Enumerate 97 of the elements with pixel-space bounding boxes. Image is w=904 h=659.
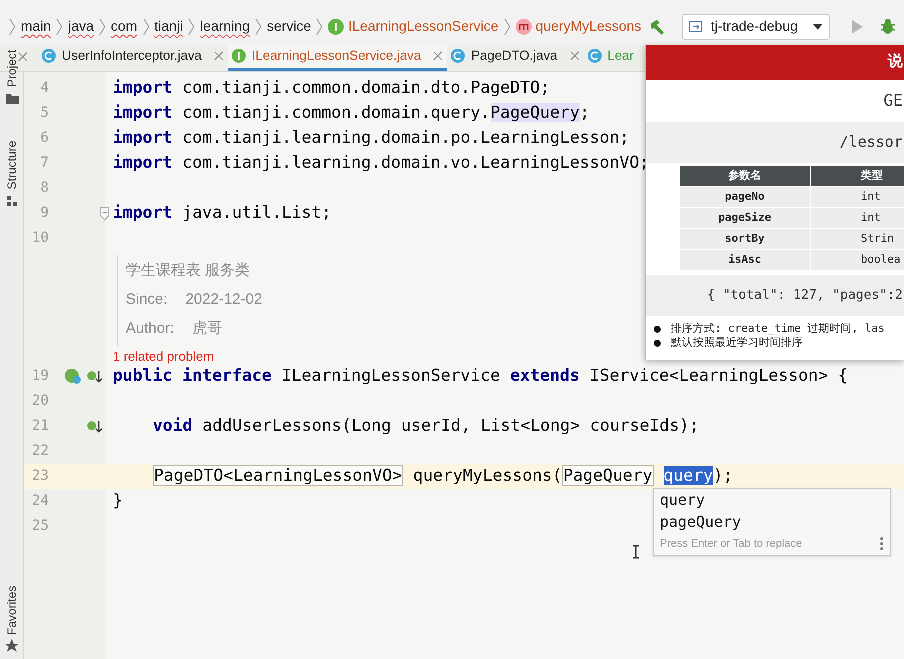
- table-cell: int: [811, 208, 904, 228]
- table-cell: sortBy: [680, 229, 810, 249]
- line-number: 21: [31, 417, 49, 436]
- line-number: 10: [31, 229, 49, 248]
- line-number: 19: [31, 367, 49, 386]
- bug-icon: [880, 18, 896, 35]
- text-cursor-icon: [632, 545, 640, 559]
- implements-icon: [87, 418, 103, 434]
- code-line: PageDTO<LearningLessonVO> queryMyLessons(PageQuery query);: [153, 464, 734, 488]
- line-number: 23: [31, 467, 49, 486]
- doc-title: 学生课程表 服务类: [126, 261, 250, 282]
- doc-label: Since:: [126, 290, 168, 310]
- run-icon: [850, 18, 864, 34]
- breadcrumb-item[interactable]: tianji: [154, 16, 184, 37]
- config-icon: [689, 19, 703, 34]
- breadcrumb-item[interactable]: main: [21, 16, 52, 37]
- column-header: 参数名: [680, 166, 810, 186]
- code-line: import com.tianji.learning.domain.po.LearningLesson;: [113, 127, 630, 150]
- table-cell: boolea: [811, 250, 904, 270]
- note-text: 默认按照最近学习时间排序: [671, 335, 803, 351]
- line-number: 25: [31, 517, 49, 536]
- code-line: public interface ILearningLessonService extends IService<LearningLesson> {: [113, 365, 848, 388]
- code-line: }: [113, 490, 123, 512]
- bullet-icon: [654, 340, 661, 346]
- breadcrumb-item[interactable]: com: [111, 16, 138, 37]
- fold-icon: [100, 206, 110, 220]
- class-icon: [42, 49, 56, 63]
- table-cell: isAsc: [680, 250, 810, 270]
- doc-label: Author:: [126, 319, 174, 340]
- folder-icon: [4, 91, 18, 106]
- class-icon: [588, 49, 602, 63]
- table-cell: int: [811, 187, 904, 207]
- implements-icon: [87, 368, 103, 384]
- hammer-icon: [648, 18, 666, 36]
- breadcrumb-item[interactable]: learning: [200, 16, 250, 37]
- chevron-icon: [502, 16, 512, 36]
- interface-icon: [328, 18, 344, 34]
- breadcrumb-item[interactable]: service: [267, 16, 312, 37]
- close-icon: [214, 51, 224, 61]
- chevron-icon: [315, 16, 324, 36]
- code-line: import com.tianji.common.domain.query.PageQuery;: [113, 102, 590, 124]
- code-line: import com.tianji.learning.domain.vo.LearningLessonVO;: [113, 152, 650, 174]
- line-number: 9: [40, 204, 49, 223]
- completion-item[interactable]: query: [654, 489, 890, 511]
- editor-tab[interactable]: PageDTO.java: [447, 44, 584, 71]
- line-number: 7: [40, 154, 49, 173]
- line-number: 4: [40, 79, 49, 98]
- doc-value: 虎哥: [192, 319, 222, 340]
- class-icon: [451, 49, 466, 63]
- note-text: 排序方式: create_time 过期时间, las: [671, 320, 885, 336]
- panel-title: 说: [888, 52, 903, 72]
- table-cell: pageNo: [680, 187, 810, 207]
- code-line: void addUserLessons(Long userId, List<Long> courseIds);: [153, 415, 700, 438]
- completion-item[interactable]: pageQuery: [654, 511, 890, 533]
- chevron-icon: [187, 16, 196, 36]
- editor-tab[interactable]: ILearningLessonService.java: [228, 44, 448, 71]
- method-icon: [516, 18, 532, 34]
- implemented-icon: [64, 368, 82, 385]
- code-line: import java.util.List;: [113, 202, 332, 224]
- table-cell: Strin: [811, 229, 904, 249]
- chevron-icon: [254, 16, 264, 36]
- line-number: 24: [31, 492, 49, 511]
- close-icon: [570, 51, 580, 61]
- response-sample: { "total": 127, "pages":2: [707, 286, 903, 305]
- chevron-icon: [142, 16, 150, 36]
- line-number: 22: [31, 442, 49, 461]
- line-number: 6: [40, 129, 49, 148]
- breadcrumb-item[interactable]: ILearningLessonService: [348, 16, 499, 37]
- close-icon: [433, 51, 444, 61]
- http-method: GE: [884, 90, 903, 112]
- interface-icon: [232, 49, 246, 63]
- completion-hint: Press Enter or Tab to replace: [660, 536, 802, 552]
- structure-icon: [4, 194, 18, 208]
- inlay-hint[interactable]: 1 related problem: [113, 350, 214, 364]
- editor-tab[interactable]: UserInfoInterceptor.java: [38, 44, 228, 71]
- caret-icon: [813, 24, 823, 30]
- tool-window-label[interactable]: Structure: [2, 141, 20, 190]
- chevron-icon: [55, 16, 64, 36]
- tool-window-label[interactable]: Project: [2, 50, 20, 88]
- tool-window-label[interactable]: Favorites: [2, 586, 20, 635]
- breadcrumb-item[interactable]: java: [68, 16, 94, 37]
- line-number: 20: [31, 392, 49, 411]
- column-header: 类型: [811, 166, 904, 186]
- table-cell: pageSize: [680, 208, 810, 228]
- chevron-icon: [98, 16, 108, 36]
- chevron-icon: [8, 16, 17, 36]
- line-number: 8: [40, 179, 49, 198]
- endpoint-path: /lessor: [840, 132, 903, 154]
- bullet-icon: [654, 326, 661, 332]
- run-config-dropdown[interactable]: tj-trade-debug: [682, 14, 830, 40]
- close-icon: [18, 52, 28, 62]
- more-icon: [880, 537, 884, 551]
- doc-value: 2022-12-02: [186, 290, 262, 310]
- line-number: 5: [40, 104, 49, 123]
- breadcrumb-item[interactable]: queryMyLessons: [536, 16, 642, 37]
- code-line: import com.tianji.common.domain.dto.PageDTO;: [113, 77, 550, 100]
- star-icon: [4, 639, 18, 653]
